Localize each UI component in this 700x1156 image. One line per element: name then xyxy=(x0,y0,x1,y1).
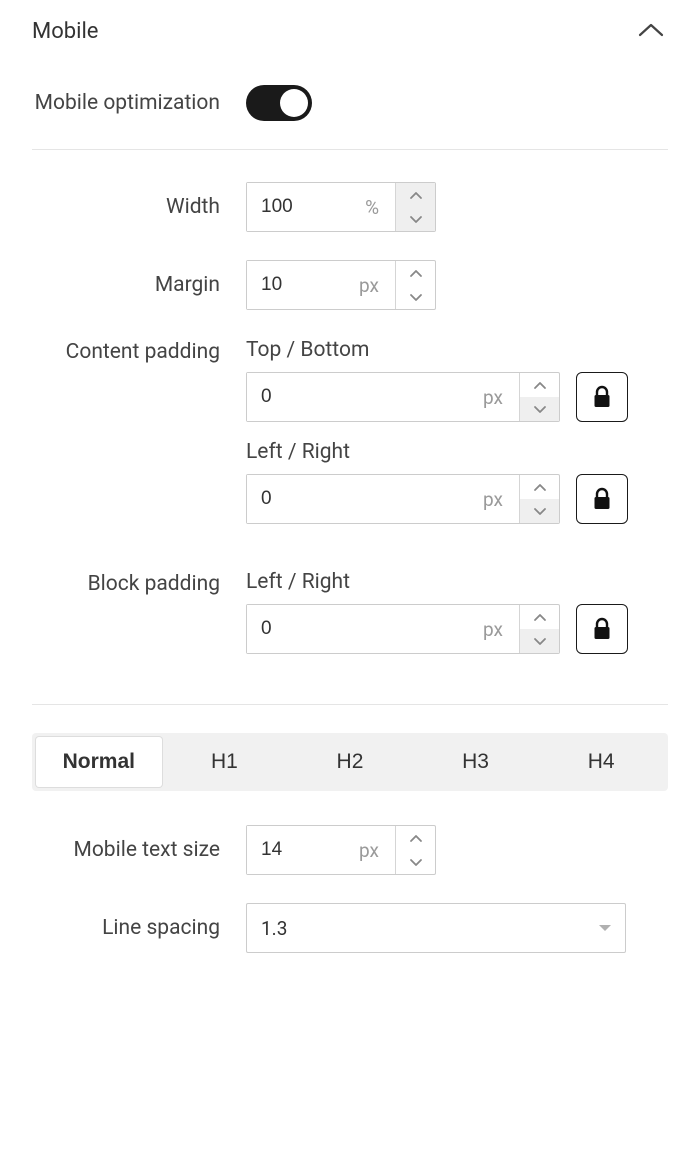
content-padding-tb-sublabel: Top / Bottom xyxy=(246,338,668,362)
mobile-optimization-row: Mobile optimization xyxy=(32,85,668,121)
content-padding-lr-stepper: px xyxy=(246,474,560,524)
width-input[interactable] xyxy=(247,183,365,231)
mobile-text-size-stepper: px xyxy=(246,825,436,875)
content-padding-lr-lock-button[interactable] xyxy=(576,474,628,524)
width-row: Width % xyxy=(32,182,668,232)
content-padding-tb-decrease-button[interactable] xyxy=(520,397,559,421)
line-spacing-row: Line spacing 1.3 xyxy=(32,903,668,953)
margin-row: Margin px xyxy=(32,260,668,310)
toggle-knob xyxy=(280,89,308,117)
section-title: Mobile xyxy=(32,19,98,44)
content-padding-lr-sublabel: Left / Right xyxy=(246,440,668,464)
chevron-down-icon xyxy=(409,215,423,224)
content-padding-tb-lock-button[interactable] xyxy=(576,372,628,422)
margin-decrease-button[interactable] xyxy=(396,285,435,309)
chevron-down-icon xyxy=(533,507,547,516)
mobile-text-size-row: Mobile text size px xyxy=(32,825,668,875)
mobile-text-size-label: Mobile text size xyxy=(32,836,246,864)
mobile-optimization-toggle[interactable] xyxy=(246,85,312,121)
line-spacing-label: Line spacing xyxy=(32,914,246,942)
content-padding-row: Content padding Top / Bottom px xyxy=(32,338,668,542)
tab-h2[interactable]: H2 xyxy=(287,737,413,787)
block-padding-lr-increase-button[interactable] xyxy=(520,605,559,629)
tab-h3[interactable]: H3 xyxy=(413,737,539,787)
chevron-up-icon xyxy=(409,269,423,278)
margin-label: Margin xyxy=(32,271,246,299)
lock-icon xyxy=(592,617,612,641)
divider xyxy=(32,149,668,150)
tab-normal[interactable]: Normal xyxy=(36,737,162,787)
chevron-up-icon xyxy=(533,483,547,492)
lock-icon xyxy=(592,487,612,511)
block-padding-lr-unit: px xyxy=(483,605,519,653)
caret-down-icon xyxy=(599,925,611,931)
width-label: Width xyxy=(32,193,246,221)
tab-h1[interactable]: H1 xyxy=(162,737,288,787)
block-padding-lr-input[interactable] xyxy=(247,605,483,653)
block-padding-lr-sublabel: Left / Right xyxy=(246,570,668,594)
block-padding-lr-stepper: px xyxy=(246,604,560,654)
margin-stepper: px xyxy=(246,260,436,310)
mobile-text-size-unit: px xyxy=(359,826,395,874)
margin-increase-button[interactable] xyxy=(396,261,435,285)
mobile-optimization-label: Mobile optimization xyxy=(32,89,246,117)
chevron-up-icon xyxy=(533,613,547,622)
text-style-tabs: Normal H1 H2 H3 H4 xyxy=(32,733,668,791)
chevron-up-icon xyxy=(409,834,423,843)
content-padding-tb-input[interactable] xyxy=(247,373,483,421)
line-spacing-select[interactable]: 1.3 xyxy=(246,903,626,953)
content-padding-lr-increase-button[interactable] xyxy=(520,475,559,499)
mobile-text-size-decrease-button[interactable] xyxy=(396,850,435,874)
chevron-down-icon xyxy=(533,637,547,646)
content-padding-lr-unit: px xyxy=(483,475,519,523)
divider xyxy=(32,704,668,705)
chevron-down-icon xyxy=(409,293,423,302)
section-header: Mobile xyxy=(32,18,668,45)
chevron-up-icon xyxy=(638,22,664,38)
content-padding-label: Content padding xyxy=(32,338,246,366)
block-padding-lr-decrease-button[interactable] xyxy=(520,629,559,653)
width-stepper: % xyxy=(246,182,436,232)
block-padding-row: Block padding Left / Right px xyxy=(32,570,668,672)
content-padding-lr-input[interactable] xyxy=(247,475,483,523)
block-padding-lr-lock-button[interactable] xyxy=(576,604,628,654)
content-padding-tb-stepper: px xyxy=(246,372,560,422)
tab-h4[interactable]: H4 xyxy=(538,737,664,787)
width-decrease-button[interactable] xyxy=(396,207,435,231)
margin-input[interactable] xyxy=(247,261,359,309)
mobile-text-size-increase-button[interactable] xyxy=(396,826,435,850)
width-increase-button[interactable] xyxy=(396,183,435,207)
line-spacing-value: 1.3 xyxy=(261,917,599,940)
chevron-down-icon xyxy=(409,858,423,867)
lock-icon xyxy=(592,385,612,409)
mobile-text-size-input[interactable] xyxy=(247,826,359,874)
width-unit: % xyxy=(365,183,395,231)
chevron-down-icon xyxy=(533,405,547,414)
content-padding-lr-decrease-button[interactable] xyxy=(520,499,559,523)
block-padding-label: Block padding xyxy=(32,570,246,598)
content-padding-tb-increase-button[interactable] xyxy=(520,373,559,397)
margin-unit: px xyxy=(359,261,395,309)
collapse-button[interactable] xyxy=(634,18,668,45)
chevron-up-icon xyxy=(409,191,423,200)
content-padding-tb-unit: px xyxy=(483,373,519,421)
chevron-up-icon xyxy=(533,381,547,390)
